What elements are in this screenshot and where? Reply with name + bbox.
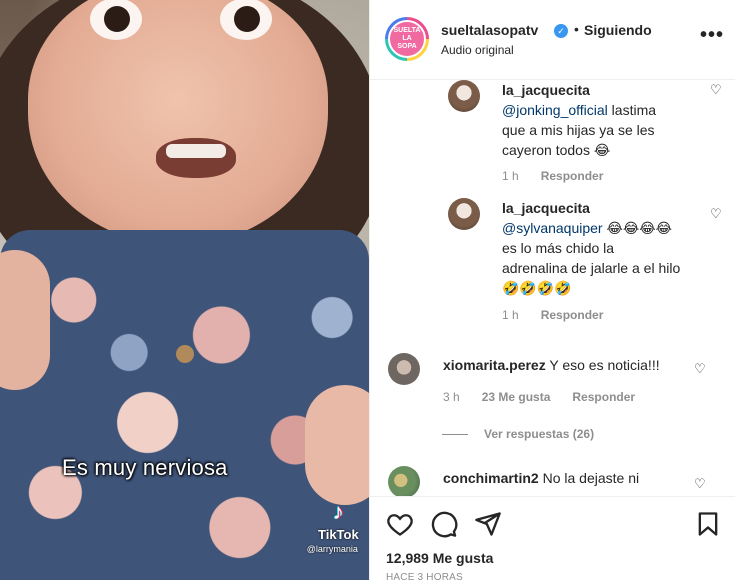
author-username[interactable]: sueltalasopatv — [441, 22, 538, 38]
comment-text: xiomarita.perez Y eso es noticia!!! — [443, 357, 660, 373]
video-subject-hand-right — [305, 385, 369, 505]
view-replies-button[interactable]: Ver respuestas (26) — [442, 427, 594, 441]
comment-username[interactable]: la_jacquecita — [502, 200, 590, 216]
comment-time: 3 h — [443, 390, 460, 404]
like-comment-icon[interactable]: ♡ — [694, 476, 706, 492]
comment-mention[interactable]: @sylvanaquiper — [502, 220, 603, 236]
comment-time: 1 h — [502, 308, 519, 322]
video-subject-eye-right — [220, 0, 272, 40]
post-actions: 12,989 Me gusta HACE 3 HORAS — [370, 496, 735, 580]
comment-likes[interactable]: 23 Me gusta — [482, 390, 551, 404]
audio-link[interactable]: Audio original — [441, 43, 514, 57]
post-timestamp[interactable]: HACE 3 HORAS — [386, 572, 463, 580]
header-separator: • — [574, 21, 579, 37]
comment-meta: 1 h Responder — [502, 308, 603, 322]
tiktok-logo-icon: ♪ — [332, 499, 344, 524]
comment-username[interactable]: la_jacquecita — [502, 82, 590, 98]
like-comment-icon[interactable]: ♡ — [694, 361, 706, 377]
like-comment-icon[interactable]: ♡ — [710, 82, 722, 98]
author-avatar[interactable]: SUELTA LA SOPA — [385, 17, 429, 61]
reply-button[interactable]: Responder — [541, 169, 604, 183]
post-video[interactable]: Es muy nerviosa ♪ TikTok @larrymania — [0, 0, 369, 580]
reply-button[interactable]: Responder — [541, 308, 604, 322]
avatar[interactable] — [388, 466, 420, 496]
like-comment-icon[interactable]: ♡ — [710, 206, 722, 222]
post-viewer: Es muy nerviosa ♪ TikTok @larrymania SUE… — [0, 0, 735, 580]
reply-button[interactable]: Responder — [572, 390, 635, 404]
post-sidebar: SUELTA LA SOPA sueltalasopatv ✓ • Siguie… — [369, 0, 735, 580]
share-send-icon[interactable] — [474, 510, 502, 538]
comment-time: 1 h — [502, 169, 519, 183]
likes-count[interactable]: 12,989 Me gusta — [386, 550, 493, 566]
video-subject-eye-left — [90, 0, 142, 40]
tiktok-watermark: ♪ TikTok @larrymania — [307, 499, 359, 555]
more-options-icon[interactable]: ••• — [700, 24, 724, 47]
avatar[interactable] — [448, 80, 480, 112]
avatar[interactable] — [448, 198, 480, 230]
comment-meta: 1 h Responder — [502, 169, 603, 183]
comment-text: la_jacquecita @sylvanaquiper 😂😂😂😂 es lo … — [502, 200, 681, 296]
post-header: SUELTA LA SOPA sueltalasopatv ✓ • Siguie… — [370, 0, 735, 80]
tiktok-watermark-handle: @larrymania — [306, 544, 358, 554]
shirt-button — [176, 345, 194, 363]
comments-list[interactable]: la_jacquecita @jonking_official lastima … — [370, 80, 735, 496]
comment-username[interactable]: xiomarita.perez — [443, 357, 546, 373]
verified-badge-icon: ✓ — [554, 24, 568, 38]
following-button[interactable]: Siguiendo — [584, 22, 652, 38]
video-caption: Es muy nerviosa — [62, 455, 228, 480]
like-heart-icon[interactable] — [386, 510, 414, 538]
avatar[interactable] — [388, 353, 420, 385]
comment-bubble-icon[interactable] — [430, 510, 458, 538]
save-bookmark-icon[interactable] — [694, 510, 722, 538]
comment-meta: 3 h 23 Me gusta Responder — [443, 390, 635, 404]
comment-mention[interactable]: @jonking_official — [502, 102, 608, 118]
comment-text: conchimartin2 No la dejaste ni — [443, 470, 640, 486]
tiktok-watermark-brand: TikTok — [318, 527, 359, 542]
comment-text: la_jacquecita @jonking_official lastima … — [502, 82, 657, 158]
comment-username[interactable]: conchimartin2 — [443, 470, 539, 486]
video-subject-hand-left — [0, 250, 50, 390]
view-replies-line — [442, 434, 468, 436]
video-subject-mouth — [156, 138, 236, 178]
